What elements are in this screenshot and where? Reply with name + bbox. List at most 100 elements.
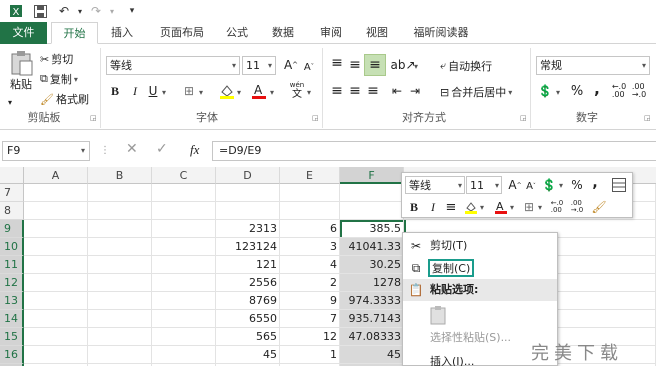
cell-b14[interactable]	[88, 310, 152, 328]
mini-fill-color-icon[interactable]	[462, 198, 480, 216]
percent-style-icon[interactable]: %	[568, 82, 586, 100]
column-header-d[interactable]: D	[216, 167, 280, 184]
tab-view[interactable]: 视图	[360, 22, 394, 44]
clipboard-launcher-icon[interactable]: ◲	[90, 114, 97, 122]
chevron-down-icon[interactable]: ▾	[268, 57, 272, 74]
increase-indent-icon[interactable]: ⇥	[406, 82, 424, 100]
cell-c12[interactable]	[152, 274, 216, 292]
row-header[interactable]: 14	[0, 310, 24, 328]
column-header-e[interactable]: E	[280, 167, 340, 184]
select-all-corner[interactable]	[0, 167, 24, 184]
alignment-launcher-icon[interactable]: ◲	[520, 114, 527, 122]
cell-e15[interactable]: 12	[280, 328, 340, 346]
orientation-dropdown-icon[interactable]: ▾	[414, 62, 418, 71]
align-center-icon[interactable]: ≡	[346, 82, 364, 100]
cell-a15[interactable]	[24, 328, 88, 346]
cell-f14[interactable]: 935.7143	[340, 310, 404, 328]
merge-dropdown-icon[interactable]: ▾	[508, 88, 512, 97]
font-color-dropdown-icon[interactable]: ▾	[270, 88, 274, 97]
customize-qat-icon[interactable]: ▾	[124, 3, 140, 19]
cell-b13[interactable]	[88, 292, 152, 310]
cell-c10[interactable]	[152, 238, 216, 256]
copy-button[interactable]: ⧉ 复制 ▾	[40, 71, 78, 87]
align-right-icon[interactable]: ≡	[364, 82, 382, 100]
row-header[interactable]: 15	[0, 328, 24, 346]
undo-icon[interactable]: ↶	[56, 3, 72, 19]
cell-e13[interactable]: 9	[280, 292, 340, 310]
font-size-combo[interactable]: 11 ▾	[242, 56, 276, 75]
fill-color-dropdown-icon[interactable]: ▾	[237, 88, 241, 97]
column-header-b[interactable]: B	[88, 167, 152, 184]
font-name-combo[interactable]: 等线 ▾	[106, 56, 240, 75]
save-icon[interactable]	[32, 3, 48, 19]
paste-button[interactable]: 粘贴	[6, 50, 36, 98]
chevron-down-icon[interactable]: ▾	[495, 177, 499, 194]
cell-d8[interactable]	[216, 202, 280, 220]
chevron-down-icon[interactable]: ▾	[458, 177, 462, 194]
cell-d7[interactable]	[216, 184, 280, 202]
chevron-down-icon[interactable]: ▾	[81, 142, 85, 160]
wrap-text-button[interactable]: ⤶ 自动换行	[440, 58, 492, 74]
cell-b16[interactable]	[88, 346, 152, 364]
cell-d15[interactable]: 565	[216, 328, 280, 346]
number-launcher-icon[interactable]: ◲	[644, 114, 651, 122]
cell-b7[interactable]	[88, 184, 152, 202]
cell-f12[interactable]: 1278	[340, 274, 404, 292]
cell-a11[interactable]	[24, 256, 88, 274]
tab-insert[interactable]: 插入	[102, 22, 142, 44]
underline-dropdown-icon[interactable]: ▾	[162, 88, 166, 97]
fill-color-icon[interactable]	[218, 82, 236, 100]
row-header[interactable]: 12	[0, 274, 24, 292]
borders-dropdown-icon[interactable]: ▾	[199, 88, 203, 97]
increase-font-size-icon[interactable]: A ^	[282, 56, 300, 74]
cell-f8[interactable]	[340, 202, 404, 220]
tab-data[interactable]: 数据	[266, 22, 300, 44]
tab-formulas[interactable]: 公式	[220, 22, 254, 44]
paste-dropdown-icon[interactable]: ▾	[8, 98, 12, 107]
mini-percent-icon[interactable]: %	[568, 176, 586, 194]
align-middle-icon[interactable]: ≡	[346, 56, 364, 74]
mini-italic-icon[interactable]: I	[424, 198, 442, 216]
tab-page-layout[interactable]: 页面布局	[150, 22, 214, 44]
cell-e8[interactable]	[280, 202, 340, 220]
cell-f9[interactable]: 385.5	[340, 220, 404, 238]
italic-icon[interactable]: I	[126, 82, 144, 100]
borders-icon[interactable]: ⊞	[180, 82, 198, 100]
mini-increase-decimal-icon[interactable]: ←.0.00	[548, 198, 566, 216]
cell-b10[interactable]	[88, 238, 152, 256]
chevron-down-icon[interactable]: ▾	[232, 57, 236, 74]
mini-font-size-combo[interactable]: 11 ▾	[466, 176, 502, 194]
cell-c7[interactable]	[152, 184, 216, 202]
accounting-format-icon[interactable]: 💲	[536, 82, 554, 100]
cell-f7[interactable]	[340, 184, 404, 202]
increase-decimal-icon[interactable]: ←.0.00	[610, 82, 628, 100]
mini-format-painter-icon[interactable]: 🖌	[590, 198, 608, 216]
cell-c9[interactable]	[152, 220, 216, 238]
redo-dropdown-icon[interactable]: ▾	[104, 3, 120, 19]
mini-decrease-decimal-icon[interactable]: .00 →.0	[568, 198, 586, 216]
cell-d13[interactable]: 8769	[216, 292, 280, 310]
mini-font-color-dropdown-icon[interactable]: ▾	[510, 203, 514, 212]
enter-icon[interactable]: ✓	[156, 141, 168, 157]
chevron-down-icon[interactable]: ▾	[642, 57, 646, 74]
cell-c8[interactable]	[152, 202, 216, 220]
cell-c13[interactable]	[152, 292, 216, 310]
formula-input[interactable]: =D9/E9	[212, 141, 656, 161]
cell-f15[interactable]: 47.08333	[340, 328, 404, 346]
row-header[interactable]: 11	[0, 256, 24, 274]
format-painter-button[interactable]: 🖌 格式刷	[40, 91, 89, 107]
mini-accounting-dropdown-icon[interactable]: ▾	[559, 181, 563, 190]
cell-a9[interactable]	[24, 220, 88, 238]
cell-e14[interactable]: 7	[280, 310, 340, 328]
cell-b15[interactable]	[88, 328, 152, 346]
decrease-indent-icon[interactable]: ⇤	[388, 82, 406, 100]
mini-format-table-icon[interactable]	[610, 176, 628, 194]
row-header[interactable]: 8	[0, 202, 24, 220]
row-header[interactable]: 10	[0, 238, 24, 256]
cell-b8[interactable]	[88, 202, 152, 220]
cell-f16[interactable]: 45	[340, 346, 404, 364]
redo-icon[interactable]: ↷	[88, 3, 104, 19]
row-header[interactable]: 9	[0, 220, 24, 238]
tab-home[interactable]: 开始	[51, 22, 98, 44]
paste-option-icon[interactable]	[429, 305, 449, 327]
